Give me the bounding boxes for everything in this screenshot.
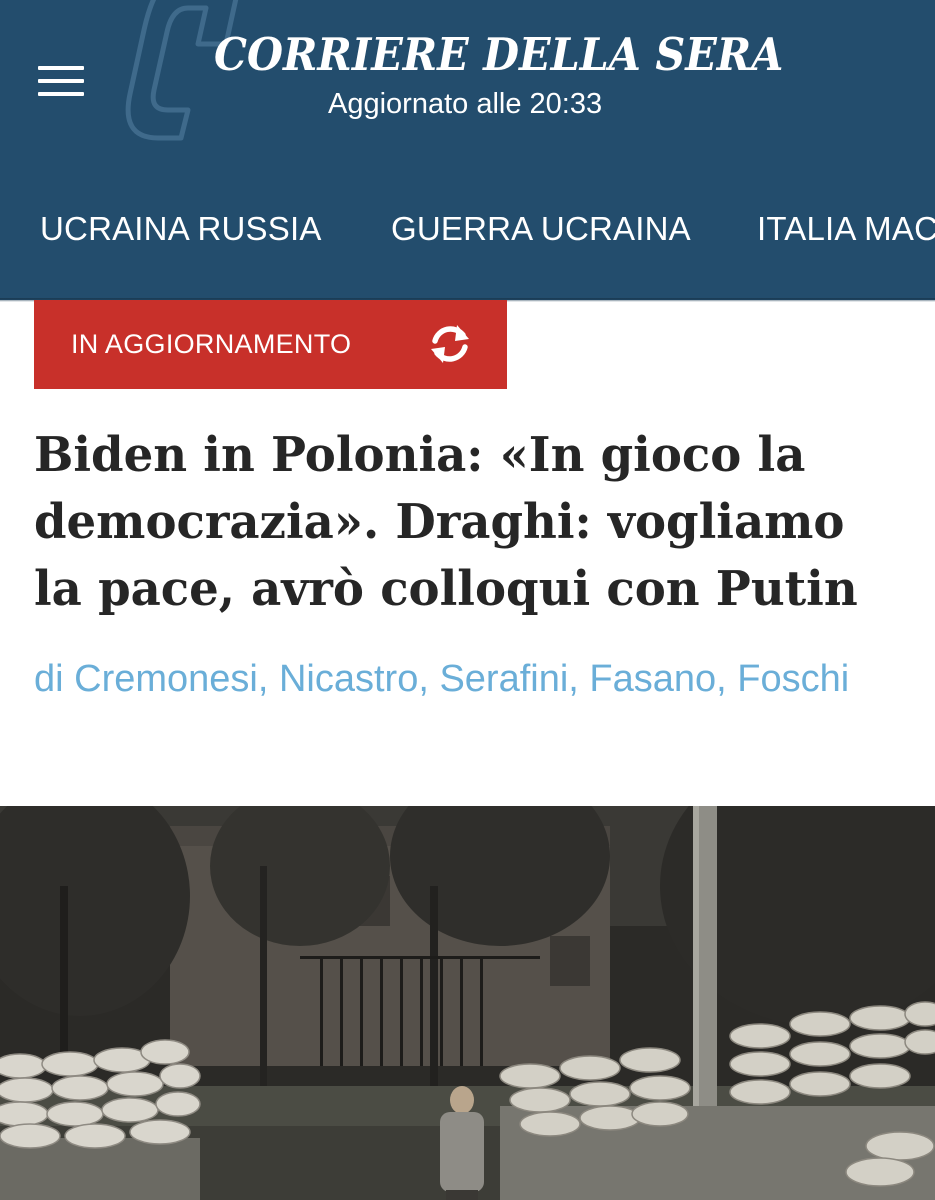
- menu-bar-top: [38, 66, 84, 70]
- hamburger-menu-icon[interactable]: [38, 66, 84, 98]
- menu-bar-bottom: [38, 92, 84, 96]
- refresh-icon[interactable]: [427, 321, 473, 367]
- nav-item-italia[interactable]: ITALIA MAC: [757, 210, 935, 248]
- site-header: CORRIERE DELLA SERA Aggiornato alle 20:3…: [0, 0, 935, 300]
- masthead-title[interactable]: CORRIERE DELLA SERA: [214, 28, 783, 81]
- menu-bar-middle: [38, 79, 84, 83]
- section-nav: UCRAINA RUSSIA GUERRA UCRAINA ITALIA MAC: [0, 210, 935, 260]
- article-headline[interactable]: Biden in Polonia: «In gioco la democrazi…: [34, 422, 888, 623]
- live-update-badge[interactable]: IN AGGIORNAMENTO: [34, 300, 507, 389]
- last-updated-time: Aggiornato alle 20:33: [328, 88, 603, 120]
- article-authors[interactable]: di Cremonesi, Nicastro, Serafini, Fasano…: [34, 656, 894, 703]
- nav-item-ucraina-russia[interactable]: UCRAINA RUSSIA: [40, 210, 322, 248]
- live-update-label: IN AGGIORNAMENTO: [71, 329, 352, 359]
- nav-item-guerra-ucraina[interactable]: GUERRA UCRAINA: [391, 210, 691, 248]
- news-photo[interactable]: [0, 806, 935, 1200]
